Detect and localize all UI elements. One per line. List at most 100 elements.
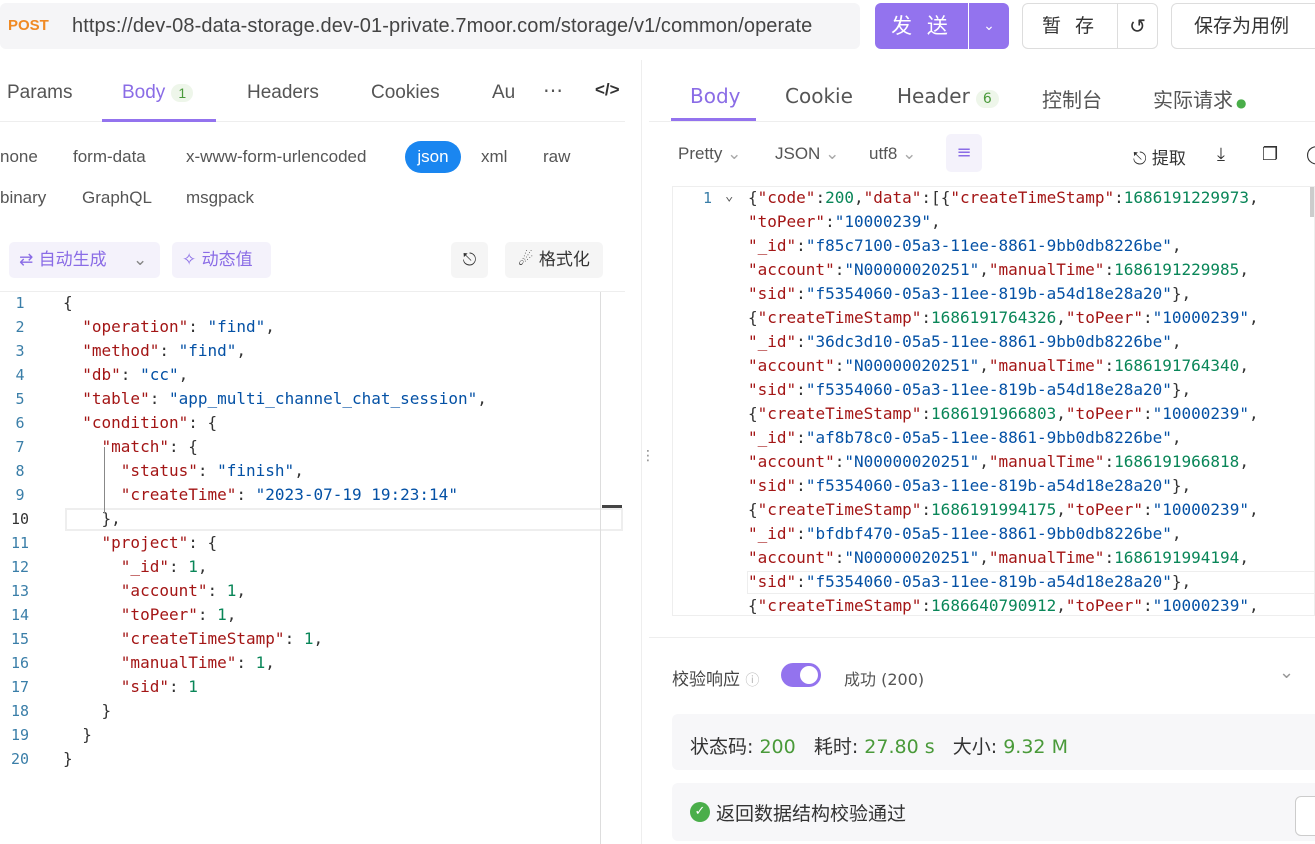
validation-result: 成功 (200) [844,670,925,689]
code-icon[interactable]: </> [595,80,620,100]
drag-handle-icon[interactable]: ⋮ [641,448,655,464]
send-button[interactable]: 发 送 [875,3,968,49]
code-line: } [63,701,112,720]
response-line: "account":"N00000020251","manualTime":16… [748,356,1249,375]
method-select[interactable]: POST [8,17,49,34]
request-body-editor[interactable]: 1 {2 "operation": "find", 3 "method": "fin… [0,292,625,844]
magic-wand-icon: ✧ [182,250,197,270]
line-number: 10 [10,510,30,528]
help-icon[interactable]: ⓘ [745,673,759,689]
body-type-none[interactable]: none [0,147,38,167]
response-line: "sid":"f5354060-05a3-11ee-819b-a54d18e28… [748,284,1192,303]
view-mode-select[interactable]: Pretty ⌄ [678,144,741,164]
line-number: 2 [15,318,25,336]
collapse-button[interactable]: ⎋ [451,242,488,278]
code-line: "operation": "find", [82,317,275,336]
fold-chevron-icon[interactable]: ⌄ [725,188,733,204]
body-type-raw[interactable]: raw [543,147,570,167]
resp-tab-actual-request[interactable]: 实际请求 ● [1153,84,1246,113]
code-line: "toPeer": 1, [120,605,237,624]
body-type-json[interactable]: json [405,141,461,173]
dynamic-value-button[interactable]: ✧ 动态值 [172,242,271,278]
line-number: 6 [15,414,25,432]
response-line: "toPeer":"10000239", [748,212,941,231]
resp-tab-console[interactable]: 控制台 [1042,84,1102,113]
tab-body[interactable]: Body 1 [122,82,194,104]
response-scrollbar[interactable] [1310,187,1314,217]
status-code-label: 状态码: [690,736,754,758]
status-dot-icon: ● [1236,96,1247,110]
tab-params[interactable]: Params [7,82,72,104]
code-line: "createTime": "2023-07-19 19:23:14" [120,485,458,504]
line-number: 17 [10,678,30,696]
line-number: 11 [10,534,30,552]
collapse-icon: ⎋ [462,250,477,270]
tab-headers[interactable]: Headers [247,82,319,104]
line-number: 3 [15,342,25,360]
response-line: "_id":"bfdbf470-05a5-11ee-8861-9bb0db822… [748,524,1182,543]
editor-scroll-marker [602,505,622,508]
format-select[interactable]: JSON ⌄ [775,144,839,164]
resp-tab-header[interactable]: Header 6 [897,84,999,108]
search-icon[interactable]: ◯ [1306,144,1315,165]
body-count-badge: 1 [171,84,194,102]
time-value: 27.80 s [864,736,935,758]
url-input-box[interactable]: POST https://dev-08-data-storage.dev-01-… [0,3,860,49]
refresh-icon: ↺ [1129,14,1146,38]
more-icon[interactable]: ⋯ [543,78,563,103]
response-line: "sid":"f5354060-05a3-11ee-819b-a54d18e28… [748,380,1192,399]
code-line: "createTimeStamp": 1, [120,629,324,648]
body-type-form-data[interactable]: form-data [73,147,146,167]
dynamic-value-label: 动态值 [201,250,253,270]
line-number: 16 [10,654,30,672]
panel-divider[interactable]: ⋮ [641,60,655,844]
chevron-down-icon[interactable]: ⌄ [133,242,147,278]
code-line: "match": { [101,437,198,456]
line-number: 4 [15,366,25,384]
extract-button[interactable]: ⎋ 提取 [1133,144,1186,169]
wrap-lines-button[interactable]: ≡ [946,134,982,172]
body-type-graphql[interactable]: GraphQL [82,188,152,208]
body-type-msgpack[interactable]: msgpack [186,188,254,208]
format-icon: ☄ [518,250,534,270]
reset-button[interactable]: ↺ [1117,3,1158,49]
response-line: "_id":"f85c7100-05a3-11ee-8861-9bb0db822… [748,236,1182,255]
response-line: {"createTimeStamp":1686191764326,"toPeer… [748,308,1259,327]
floating-panel-button[interactable] [1295,796,1315,836]
code-line: "table": "app_multi_channel_chat_session… [82,389,487,408]
request-tabs: Params Body 1 Headers Cookies Au ⋯ </> [0,64,625,122]
resp-tab-body[interactable]: Body [690,84,741,108]
copy-icon[interactable]: ❐ [1262,144,1278,165]
active-tab-indicator [102,119,216,122]
line-number: 9 [15,486,25,504]
send-options-button[interactable]: ⌄ [969,3,1009,49]
line-number: 13 [10,582,30,600]
chevron-down-icon: ⌄ [902,144,917,163]
time-label: 耗时: [813,736,859,758]
format-button[interactable]: ☄ 格式化 [505,242,603,278]
tab-cookies[interactable]: Cookies [371,82,440,104]
editor-scrollbar-track[interactable] [600,292,601,844]
response-line: "_id":"af8b78c0-05a5-11ee-8861-9bb0db822… [748,428,1182,447]
status-code-value: 200 [759,736,796,758]
save-as-case-button[interactable]: 保存为用例 [1171,3,1315,49]
chevron-down-icon: ⌄ [727,144,742,163]
save-draft-button[interactable]: 暂 存 [1022,3,1118,49]
response-body-viewer[interactable]: 1 ⌄ {"code":200,"data":[{"createTimeStam… [672,186,1315,616]
encoding-select[interactable]: utf8 ⌄ [869,144,916,164]
swap-icon: ⇄ [19,250,34,270]
resp-tab-cookie[interactable]: Cookie [785,84,853,108]
response-line: "sid":"f5354060-05a3-11ee-819b-a54d18e28… [748,572,1192,591]
tab-auth[interactable]: Au [492,82,514,104]
body-type-binary[interactable]: binary [0,188,46,208]
body-type-urlencoded[interactable]: x-www-form-urlencoded [186,147,366,167]
download-icon[interactable]: ⤓ [1217,144,1225,165]
extract-icon: ⎋ [1133,149,1147,169]
response-line: "account":"N00000020251","manualTime":16… [748,452,1249,471]
response-line: "_id":"36dc3d10-05a5-11ee-8861-9bb0db822… [748,332,1182,351]
body-type-xml[interactable]: xml [481,147,507,167]
chevron-down-icon[interactable]: ⌄ [1279,662,1294,683]
tab-body-label: Body [122,82,166,103]
url-input[interactable]: https://dev-08-data-storage.dev-01-priva… [72,15,812,38]
auto-generate-button[interactable]: ⇄ 自动生成 ⌄ [9,242,160,278]
